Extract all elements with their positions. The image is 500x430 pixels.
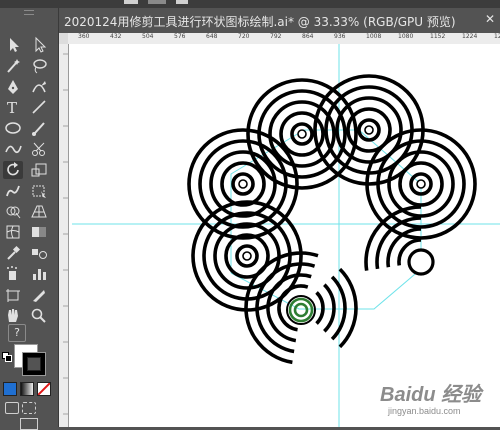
baidu-jingyan-watermark: Baidu 经验 jingyan.baidu.com <box>374 376 498 424</box>
ruler-tick-label: 1080 <box>398 33 414 40</box>
slice-tool-icon[interactable] <box>29 286 49 304</box>
ring-center-anchor <box>238 179 248 189</box>
perspective-grid-tool-icon[interactable] <box>29 202 49 220</box>
partial-ring-bottom-right <box>315 267 358 349</box>
vertical-ruler[interactable] <box>58 44 69 427</box>
ruler-tick-label: 1224 <box>462 33 478 40</box>
ruler-tick-label: 720 <box>238 33 250 40</box>
lasso-tool-icon[interactable] <box>29 57 49 75</box>
pen-tool-icon[interactable] <box>3 78 23 96</box>
ring-center-anchor <box>364 125 374 135</box>
ruler-tick-label: 792 <box>270 33 282 40</box>
selected-ring <box>286 295 316 325</box>
gradient-tool-icon[interactable] <box>29 223 49 241</box>
fill-swatch-indicator[interactable] <box>124 0 138 4</box>
ruler-tick-label: 1152 <box>430 33 446 40</box>
ring-center-anchor <box>416 179 426 189</box>
free-transform-tool-icon[interactable] <box>29 182 49 200</box>
rotate-tool-icon[interactable] <box>3 160 23 179</box>
ruler-origin[interactable] <box>58 33 68 44</box>
default-colors-icon[interactable] <box>2 352 12 362</box>
ruler-tick-label: 936 <box>334 33 346 40</box>
ruler-tick-label: 12 <box>494 33 500 40</box>
zoom-tool-icon[interactable] <box>29 306 49 324</box>
magic-wand-tool-icon[interactable] <box>3 57 23 75</box>
document-title: 2020124用修剪工具进行环状图标绘制.ai* @ 33.33% (RGB/G… <box>64 15 456 29</box>
color-mode-icon[interactable] <box>3 382 17 396</box>
draw-behind-icon[interactable] <box>22 402 36 414</box>
help-icon[interactable]: ? <box>8 324 26 342</box>
draw-normal-icon[interactable] <box>5 402 19 414</box>
line-segment-tool-icon[interactable] <box>29 98 49 116</box>
tools-panel: T ? <box>0 8 59 430</box>
opacity-indicator[interactable] <box>176 0 188 4</box>
ellipse-tool-icon[interactable] <box>3 119 23 137</box>
watermark-logo-text: Baidu 经验 <box>380 384 482 406</box>
ruler-tick-label: 432 <box>110 33 122 40</box>
mesh-tool-icon[interactable] <box>3 223 23 241</box>
end-cap-circle <box>407 248 435 276</box>
ring-center-anchor <box>242 251 252 261</box>
eyedropper-tool-icon[interactable] <box>3 244 23 262</box>
watermark-url: jingyan.baidu.com <box>388 406 461 416</box>
hand-tool-icon[interactable] <box>3 306 23 324</box>
type-tool-icon[interactable]: T <box>3 98 23 116</box>
fill-stroke-swatches[interactable] <box>14 344 46 376</box>
column-graph-tool-icon[interactable] <box>29 265 49 283</box>
curvature-tool-icon[interactable] <box>29 78 49 96</box>
ruler-tick-label: 360 <box>78 33 90 40</box>
symbol-sprayer-tool-icon[interactable] <box>3 265 23 283</box>
scissors-tool-icon[interactable] <box>29 140 49 158</box>
screen-mode-icon[interactable] <box>20 418 38 430</box>
scale-tool-icon[interactable] <box>29 161 49 179</box>
shaper-tool-icon[interactable] <box>3 140 23 158</box>
ruler-tick-label: 864 <box>302 33 314 40</box>
ruler-tick-label: 1008 <box>366 33 382 40</box>
ring-center-anchor <box>297 129 307 139</box>
stroke-swatch-indicator[interactable] <box>148 0 166 4</box>
panel-grip[interactable] <box>24 10 34 15</box>
ruler-tick-label: 648 <box>206 33 218 40</box>
paintbrush-tool-icon[interactable] <box>29 119 49 137</box>
close-tab-icon[interactable]: ✕ <box>485 12 495 26</box>
artboard-canvas[interactable] <box>69 44 500 427</box>
ring-icon-artwork[interactable] <box>69 44 500 427</box>
top-control-strip <box>0 0 500 8</box>
warp-tool-icon[interactable] <box>3 182 23 200</box>
ruler-tick-label: 576 <box>174 33 186 40</box>
shape-builder-tool-icon[interactable] <box>3 202 23 220</box>
ruler-tick-label: 504 <box>142 33 154 40</box>
svg-text:T: T <box>7 99 17 116</box>
document-tab[interactable]: 2020124用修剪工具进行环状图标绘制.ai* @ 33.33% (RGB/G… <box>58 8 500 34</box>
selection-tool-icon[interactable] <box>3 36 23 54</box>
none-mode-icon[interactable] <box>37 382 51 396</box>
artboard-tool-icon[interactable] <box>3 286 23 304</box>
direct-selection-tool-icon[interactable] <box>29 36 49 54</box>
gradient-mode-icon[interactable] <box>20 382 34 396</box>
blend-tool-icon[interactable] <box>29 244 49 262</box>
selected-ring-core <box>288 297 314 323</box>
